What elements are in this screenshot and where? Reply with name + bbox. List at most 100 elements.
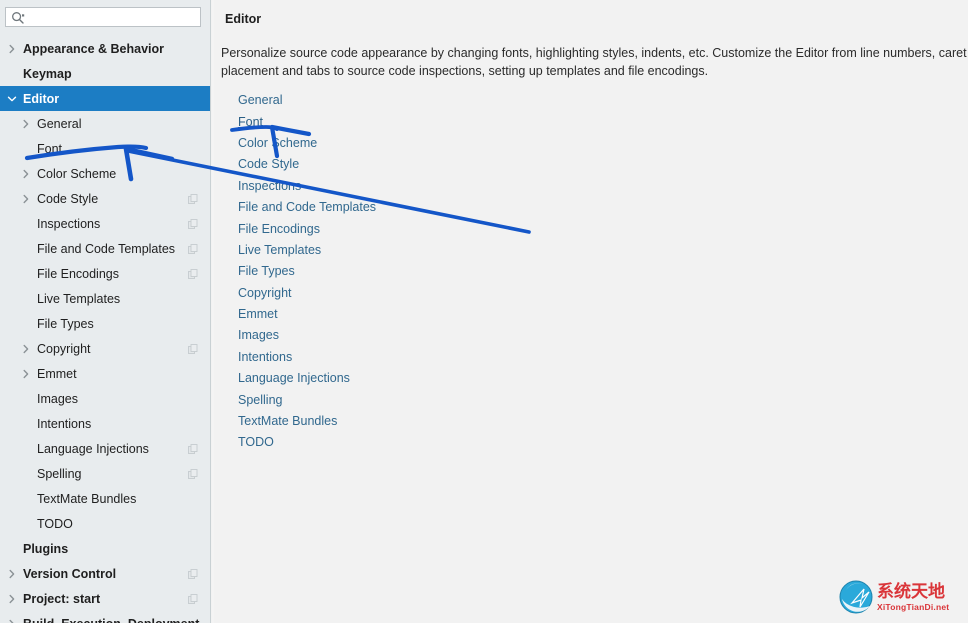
link-row: File Encodings (238, 218, 376, 239)
sidebar-item-file-encodings[interactable]: File Encodings (0, 261, 210, 286)
sidebar-item-label: Font (37, 141, 63, 156)
watermark-en: XiTongTianDi.net (877, 601, 950, 612)
copy-settings-icon[interactable] (188, 244, 198, 254)
link-row: Color Scheme (238, 133, 376, 154)
link-textmate-bundles[interactable]: TextMate Bundles (238, 414, 337, 429)
link-images[interactable]: Images (238, 328, 279, 343)
sidebar-item-todo[interactable]: TODO (0, 511, 210, 536)
copy-settings-icon[interactable] (188, 269, 198, 279)
sidebar-item-label: Emmet (37, 366, 77, 381)
sidebar-item-label: File and Code Templates (37, 241, 176, 256)
copy-settings-icon[interactable] (188, 569, 198, 579)
link-row: File and Code Templates (238, 197, 376, 218)
watermark-cn: 系统天地 (877, 581, 945, 602)
sidebar-item-label: Build, Execution, Deployment (23, 617, 199, 623)
watermark-text: 系统天地 XiTongTianDi.net (877, 581, 950, 612)
sidebar-item-emmet[interactable]: Emmet (0, 361, 210, 386)
watermark: 系统天地 XiTongTianDi.net (838, 576, 962, 618)
chevron-right-icon[interactable] (5, 42, 19, 56)
link-font[interactable]: Font (238, 115, 263, 130)
sidebar-item-keymap[interactable]: Keymap (0, 61, 210, 86)
sidebar-item-label: Project: start (23, 591, 101, 606)
sidebar-item-file-and-code-templates[interactable]: File and Code Templates (0, 236, 210, 261)
link-row: TODO (238, 432, 376, 453)
sidebar-item-build-execution-deployment[interactable]: Build, Execution, Deployment (0, 611, 210, 623)
chevron-right-icon[interactable] (19, 167, 33, 181)
chevron-right-icon[interactable] (5, 592, 19, 606)
sidebar-item-label: Code Style (37, 191, 99, 206)
chevron-down-icon[interactable] (5, 92, 19, 106)
link-row: Images (238, 325, 376, 346)
settings-sidebar: Appearance & Behavior Keymap Editor General… (0, 0, 210, 623)
link-language-injections[interactable]: Language Injections (238, 371, 350, 386)
editor-settings-panel: Editor Personalize source code appearanc… (214, 0, 968, 623)
sidebar-item-label: Images (37, 391, 78, 406)
link-general[interactable]: General (238, 93, 282, 108)
sidebar-item-label: TextMate Bundles (37, 491, 137, 506)
sidebar-item-editor[interactable]: Editor (0, 86, 210, 111)
sidebar-item-font[interactable]: Font (0, 136, 210, 161)
link-intentions[interactable]: Intentions (238, 350, 292, 365)
link-file-and-code-templates[interactable]: File and Code Templates (238, 200, 376, 215)
page-description: Personalize source code appearance by ch… (221, 46, 967, 78)
sidebar-item-language-injections[interactable]: Language Injections (0, 436, 210, 461)
link-row: Emmet (238, 304, 376, 325)
search-input[interactable] (31, 9, 201, 27)
sidebar-item-general[interactable]: General (0, 111, 210, 136)
copy-settings-icon[interactable] (188, 594, 198, 604)
chevron-right-icon[interactable] (19, 367, 33, 381)
link-emmet[interactable]: Emmet (238, 307, 278, 322)
sidebar-item-label: General (37, 116, 82, 131)
sidebar-item-label: File Encodings (37, 266, 119, 281)
chevron-right-icon[interactable] (19, 192, 33, 206)
search-field[interactable] (5, 7, 201, 27)
link-spelling[interactable]: Spelling (238, 393, 282, 408)
link-live-templates[interactable]: Live Templates (238, 243, 321, 258)
sidebar-item-images[interactable]: Images (0, 386, 210, 411)
link-color-scheme[interactable]: Color Scheme (238, 136, 317, 151)
link-inspections[interactable]: Inspections (238, 179, 301, 194)
sidebar-item-live-templates[interactable]: Live Templates (0, 286, 210, 311)
copy-settings-icon[interactable] (188, 444, 198, 454)
settings-tree: Appearance & Behavior Keymap Editor General… (0, 36, 210, 623)
sidebar-item-intentions[interactable]: Intentions (0, 411, 210, 436)
link-row: Language Injections (238, 368, 376, 389)
copy-settings-icon[interactable] (188, 469, 198, 479)
sidebar-item-label: Color Scheme (37, 166, 117, 181)
sidebar-item-file-types[interactable]: File Types (0, 311, 210, 336)
copy-settings-icon[interactable] (188, 344, 198, 354)
sidebar-item-label: Plugins (23, 541, 69, 556)
sidebar-divider (210, 0, 211, 623)
sidebar-item-label: Language Injections (37, 441, 149, 456)
chevron-right-icon[interactable] (19, 117, 33, 131)
link-row: File Types (238, 261, 376, 282)
sidebar-item-color-scheme[interactable]: Color Scheme (0, 161, 210, 186)
sidebar-item-spelling[interactable]: Spelling (0, 461, 210, 486)
copy-settings-icon[interactable] (188, 194, 198, 204)
link-copyright[interactable]: Copyright (238, 286, 292, 301)
sidebar-item-plugins[interactable]: Plugins (0, 536, 210, 561)
sidebar-item-label: Live Templates (37, 291, 121, 306)
sidebar-item-project-start[interactable]: Project: start (0, 586, 210, 611)
link-row: Spelling (238, 389, 376, 410)
sidebar-item-code-style[interactable]: Code Style (0, 186, 210, 211)
sidebar-item-label: Copyright (37, 341, 91, 356)
sidebar-item-appearance-behavior[interactable]: Appearance & Behavior (0, 36, 210, 61)
page-title: Editor (225, 12, 262, 26)
sidebar-item-inspections[interactable]: Inspections (0, 211, 210, 236)
link-todo[interactable]: TODO (238, 435, 274, 450)
sidebar-item-label: Intentions (37, 416, 92, 431)
chevron-right-icon[interactable] (5, 567, 19, 581)
sidebar-item-textmate-bundles[interactable]: TextMate Bundles (0, 486, 210, 511)
link-file-encodings[interactable]: File Encodings (238, 222, 320, 237)
sidebar-item-version-control[interactable]: Version Control (0, 561, 210, 586)
chevron-right-icon[interactable] (19, 342, 33, 356)
link-code-style[interactable]: Code Style (238, 157, 299, 172)
copy-settings-icon[interactable] (188, 219, 198, 229)
chevron-right-icon[interactable] (5, 617, 19, 623)
link-row: Copyright (238, 283, 376, 304)
settings-dialog: Appearance & Behavior Keymap Editor General… (0, 0, 968, 623)
sidebar-item-label: Inspections (37, 216, 101, 231)
link-file-types[interactable]: File Types (238, 264, 295, 279)
sidebar-item-copyright[interactable]: Copyright (0, 336, 210, 361)
